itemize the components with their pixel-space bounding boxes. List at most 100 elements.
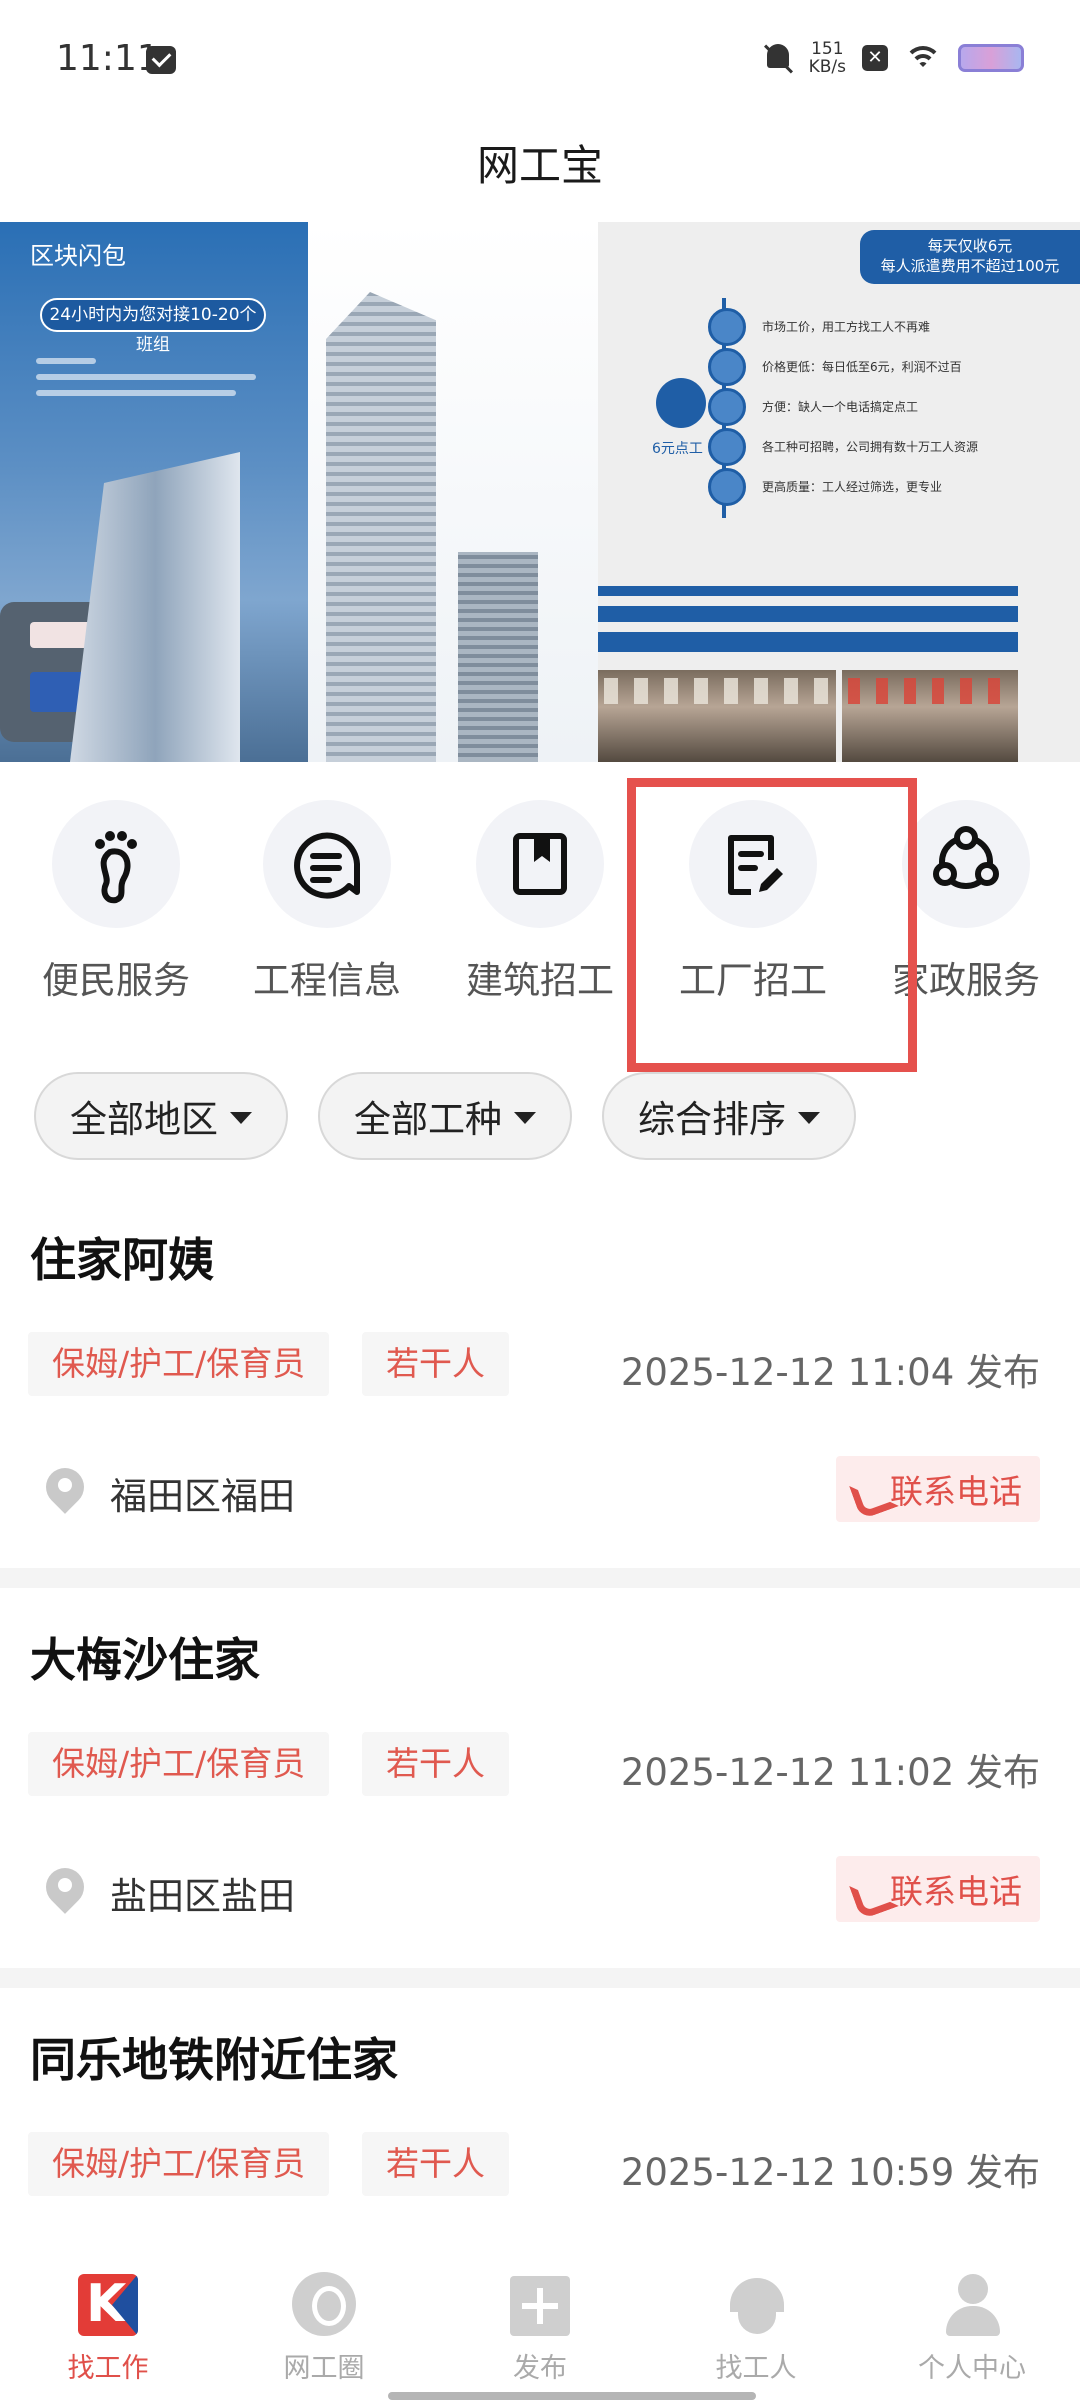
location-pin-icon <box>46 1868 84 1914</box>
job-card[interactable]: 同乐地铁附近住家 保姆/护工/保育员 若干人 2025-12-12 10:59 … <box>0 2000 1080 2262</box>
banner-stripe <box>598 606 1018 622</box>
footprint-icon <box>95 831 137 904</box>
banner-tower-image-small <box>458 552 538 762</box>
nav-profile[interactable]: 个人中心 <box>864 2272 1080 2385</box>
banner-slide-left[interactable]: 区块闪包 24小时内为您对接10-20个班组 <box>0 222 308 762</box>
job-card[interactable]: 住家阿姨 保姆/护工/保育员 若干人 2025-12-12 11:04 发布 福… <box>0 1200 1080 1564</box>
category-convenience-services[interactable]: 便民服务 <box>26 800 206 1004</box>
network-nodes-icon <box>933 826 999 889</box>
category-project-info[interactable]: 工程信息 <box>237 800 417 1004</box>
banner-feature-item: 市场工价，用工方找工人不再难 <box>708 308 1028 348</box>
bottom-navigation: 找工作 网工圈 发布 找工人 个人中心 <box>0 2262 1080 2408</box>
home-indicator[interactable] <box>388 2392 756 2400</box>
job-headcount-tag: 若干人 <box>362 2132 509 2196</box>
call-button[interactable]: 联系电话 <box>836 1456 1040 1522</box>
banner-left-text-lines <box>36 358 276 406</box>
filter-region-dropdown[interactable]: 全部地区 <box>34 1072 288 1160</box>
job-category-tag: 保姆/护工/保育员 <box>28 1332 330 1396</box>
app-logo-icon <box>78 2274 138 2336</box>
banner-feature-item: 价格更低：每日低至6元，利润不过百 <box>708 348 1028 388</box>
chat-list-icon <box>294 832 360 899</box>
nav-label: 找工人 <box>715 2353 797 2384</box>
category-icon-circle <box>52 800 180 928</box>
banner-slide-right[interactable]: 每天仅收6元 每人派遣费用不超过100元 6元点工 市场工价，用工方找工人不再难… <box>598 222 1080 762</box>
category-grid: 便民服务 工程信息 建筑招工 工厂招工 家政服务 <box>0 800 1080 1020</box>
battery-icon <box>958 44 1024 72</box>
category-label: 便民服务 <box>42 959 190 1002</box>
lightbulb-icon <box>656 378 706 428</box>
network-speed-unit: KB/s <box>808 57 846 77</box>
message-notification-icon <box>146 46 176 74</box>
network-speed-value: 151 <box>811 39 844 59</box>
banner-price-ribbon: 每天仅收6元 每人派遣费用不超过100元 <box>860 230 1080 284</box>
job-headcount-tag: 若干人 <box>362 1332 509 1396</box>
status-bar: 11:11 151 KB/s ✕ <box>0 0 1080 130</box>
location-pin-icon <box>46 1468 84 1514</box>
banner-feature-item: 各工种可招聘，公司拥有数十万工人资源 <box>708 428 1028 468</box>
caret-down-icon <box>514 1112 536 1124</box>
person-icon <box>942 2274 1004 2338</box>
plus-box-icon <box>510 2276 570 2336</box>
banner-slide-middle[interactable] <box>308 222 598 762</box>
banner-workers-photo <box>598 670 836 762</box>
banner-feature-item: 方便：缺人一个电话搞定点工 <box>708 388 1028 428</box>
job-category-tag: 保姆/护工/保育员 <box>28 1732 330 1796</box>
banner-tower-image <box>326 292 436 762</box>
no-sim-icon: ✕ <box>862 45 888 71</box>
filter-label: 综合排序 <box>638 1098 786 1141</box>
pen-icon <box>708 468 746 506</box>
nav-publish[interactable]: 发布 <box>432 2272 648 2385</box>
nav-label: 找工作 <box>67 2353 149 2384</box>
network-speed: 151 KB/s <box>809 40 846 76</box>
banner-stripe <box>598 632 1018 652</box>
job-location: 盐田区盐田 <box>110 1875 295 1918</box>
banner-ribbon-line2: 每人派遣费用不超过100元 <box>880 257 1060 275</box>
caret-down-icon <box>230 1112 252 1124</box>
job-card[interactable]: 大梅沙住家 保姆/护工/保育员 若干人 2025-12-12 11:02 发布 … <box>0 1600 1080 1964</box>
hand-icon <box>708 388 746 426</box>
filter-label: 全部地区 <box>70 1098 218 1141</box>
banner-left-title: 区块闪包 <box>30 242 126 270</box>
bell-off-icon <box>763 42 793 74</box>
divider <box>0 1568 1080 1588</box>
banner-stripe <box>598 586 1018 596</box>
call-button[interactable]: 联系电话 <box>836 1856 1040 1922</box>
job-post-time: 2025-12-12 11:02 发布 <box>620 1751 1040 1794</box>
caret-down-icon <box>798 1112 820 1124</box>
banner-bulb-label: 6元点工 <box>652 441 703 457</box>
category-label: 建筑招工 <box>466 959 614 1002</box>
nav-label: 个人中心 <box>918 2353 1026 2384</box>
nav-community[interactable]: 网工圈 <box>216 2272 432 2385</box>
filter-bar: 全部地区 全部工种 综合排序 <box>34 1072 856 1160</box>
category-construction-hiring[interactable]: 建筑招工 <box>450 800 630 1004</box>
job-post-time: 2025-12-12 11:04 发布 <box>620 1351 1040 1394</box>
call-button-label: 联系电话 <box>890 1872 1022 1911</box>
banner-left-pill: 24小时内为您对接10-20个班组 <box>40 298 266 355</box>
bookmark-book-icon <box>513 833 567 895</box>
banner-carousel[interactable]: 区块闪包 24小时内为您对接10-20个班组 每天仅收6元 每人派遣费用不超过1… <box>0 222 1080 762</box>
job-headcount-tag: 若干人 <box>362 1732 509 1796</box>
job-title: 同乐地铁附近住家 <box>30 2033 398 2087</box>
call-button-label: 联系电话 <box>890 1472 1022 1511</box>
page-title: 网工宝 <box>476 141 603 190</box>
job-category-tag: 保姆/护工/保育员 <box>28 2132 330 2196</box>
nav-find-job[interactable]: 找工作 <box>0 2272 216 2385</box>
job-location: 福田区福田 <box>110 1475 295 1518</box>
status-time: 11:11 <box>56 38 160 79</box>
filter-job-type-dropdown[interactable]: 全部工种 <box>318 1072 572 1160</box>
job-title: 住家阿姨 <box>30 1233 214 1287</box>
filter-label: 全部工种 <box>354 1098 502 1141</box>
filter-sort-dropdown[interactable]: 综合排序 <box>602 1072 856 1160</box>
category-icon-circle <box>476 800 604 928</box>
banner-ribbon-line1: 每天仅收6元 <box>927 237 1013 255</box>
category-label: 工程信息 <box>253 959 401 1002</box>
divider <box>0 1968 1080 1988</box>
banner-workers-photo <box>842 670 1018 762</box>
nav-label: 发布 <box>513 2353 567 2384</box>
search-icon <box>708 308 746 346</box>
nav-find-worker[interactable]: 找工人 <box>648 2272 864 2385</box>
anchor-icon <box>708 428 746 466</box>
highlight-box <box>627 778 917 1072</box>
location-pin-icon <box>292 2272 356 2336</box>
job-title: 大梅沙住家 <box>30 1633 260 1687</box>
